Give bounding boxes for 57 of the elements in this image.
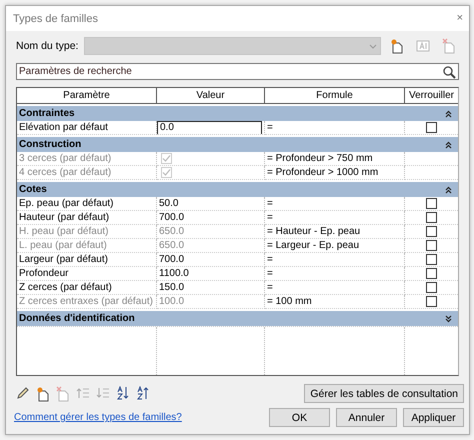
parameter-name: L. peau (par défaut)	[17, 239, 157, 253]
lock-checkbox[interactable]	[426, 282, 437, 293]
table-cell[interactable]: 700.0	[157, 211, 265, 225]
column-header[interactable]: Verrouiller	[405, 88, 458, 104]
parameter-name: Profondeur	[17, 267, 157, 281]
parameter-name: Largeur (par défaut)	[17, 253, 157, 267]
column-header[interactable]: Valeur	[157, 88, 265, 104]
table-cell[interactable]: 150.0	[157, 281, 265, 295]
formula-cell[interactable]: =	[265, 253, 405, 267]
group-header[interactable]: Données d'identification	[17, 311, 458, 326]
parameter-name: Elévation par défaut	[17, 121, 157, 135]
collapse-chevron-icon[interactable]	[445, 110, 452, 118]
parameter-name: Z cerces (par défaut)	[17, 281, 157, 295]
lookup-tables-button[interactable]: Gérer les tables de consultation	[304, 384, 464, 403]
expand-chevron-icon[interactable]	[445, 314, 452, 322]
collapse-chevron-icon[interactable]	[445, 186, 452, 194]
parameter-name: Z cerces entraxes (par défaut)	[17, 295, 157, 309]
search-input[interactable]: Paramètres de recherche	[19, 66, 442, 77]
table-cell[interactable]: 700.0	[157, 253, 265, 267]
formula-cell[interactable]: =	[265, 281, 405, 295]
type-name-label: Nom du type:	[16, 40, 78, 52]
lock-checkbox[interactable]	[426, 268, 437, 279]
parameter-name: 3 cerces (par défaut)	[17, 152, 157, 166]
new-page-icon[interactable]	[38, 387, 48, 401]
sort-ascending-icon[interactable]	[116, 386, 128, 399]
parameter-name: Hauteur (par défaut)	[17, 211, 157, 225]
group-header[interactable]: Contraintes	[17, 106, 458, 121]
lock-checkbox[interactable]	[426, 122, 437, 133]
lock-checkbox[interactable]	[426, 198, 437, 209]
formula-cell[interactable]: =	[265, 211, 405, 225]
dialog-button[interactable]: OK	[269, 408, 330, 427]
help-link[interactable]: Comment gérer les types de familles?	[14, 412, 182, 423]
table-cell[interactable]: 1100.0	[157, 267, 265, 281]
formula-cell[interactable]: =	[265, 121, 405, 135]
formula-cell[interactable]: =	[265, 197, 405, 211]
close-button[interactable]: ×	[456, 13, 463, 24]
search-field[interactable]: Paramètres de recherche	[16, 63, 459, 80]
parameter-name: Ep. peau (par défaut)	[17, 197, 157, 211]
dialog-button[interactable]: Annuler	[336, 408, 397, 427]
group-header[interactable]: Cotes	[17, 182, 458, 197]
pencil-icon[interactable]	[17, 386, 29, 398]
new-page-icon[interactable]	[392, 40, 402, 54]
formula-cell[interactable]: =	[265, 267, 405, 281]
lock-checkbox[interactable]	[426, 254, 437, 265]
dialog-button[interactable]: Appliquer	[403, 408, 464, 427]
window-title: Types de familles	[13, 12, 98, 24]
lock-checkbox[interactable]	[426, 212, 437, 223]
group-header[interactable]: Construction	[17, 137, 458, 152]
parameter-name: 4 cerces (par défaut)	[17, 166, 157, 180]
column-header[interactable]: Formule	[265, 88, 405, 104]
collapse-chevron-icon[interactable]	[445, 140, 452, 148]
value-input[interactable]: 0.0	[157, 121, 262, 134]
parameter-name: H. peau (par défaut)	[17, 225, 157, 239]
search-icon[interactable]	[442, 64, 456, 78]
table-cell[interactable]: 50.0	[157, 197, 265, 211]
sort-descending-icon[interactable]	[136, 386, 148, 399]
column-header[interactable]: Paramètre	[17, 88, 157, 104]
